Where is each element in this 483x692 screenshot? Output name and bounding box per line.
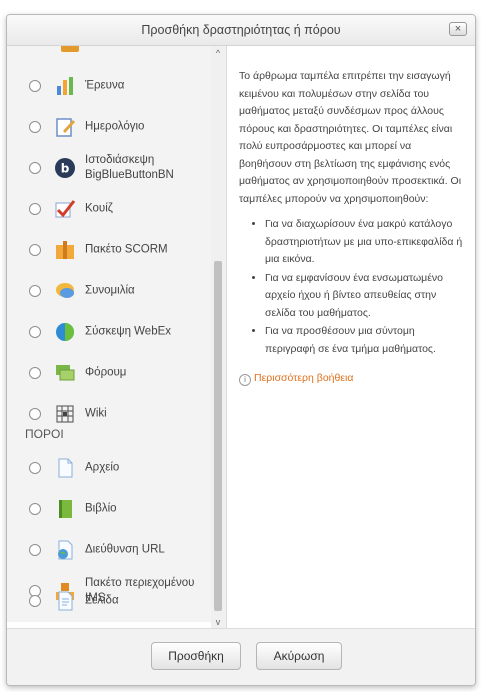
svg-text:b: b — [61, 162, 70, 176]
radio-button[interactable] — [29, 285, 41, 297]
item-label: Συνομιλία — [85, 284, 135, 297]
scroll-up-arrow-icon[interactable]: ^ — [211, 48, 225, 58]
description-bullets: Για να διαχωρίσουν ένα μακρύ κατάλογο δρ… — [239, 216, 463, 358]
item-label: Ημερολόγιο — [85, 120, 145, 133]
webex-icon — [56, 323, 74, 341]
item-label: Ιστοδιάσκεψη BigBlueButtonBN — [85, 154, 174, 181]
item-label: Κουίζ — [85, 202, 113, 215]
item-label: Φόρουμ — [85, 366, 127, 379]
list-item-url[interactable]: Διεύθυνση URL — [7, 530, 211, 570]
close-button[interactable]: × — [449, 22, 467, 36]
chart-icon — [57, 77, 73, 95]
more-help-link[interactable]: Περισσότερη βοήθεια — [254, 370, 353, 388]
item-label: Σύσκεψη WebEx — [85, 325, 172, 338]
page-icon — [58, 591, 73, 611]
radio-button[interactable] — [29, 544, 41, 556]
radio-button[interactable] — [29, 203, 41, 215]
scroll-down-arrow-icon[interactable]: v — [211, 617, 225, 627]
description-bullet: Για να διαχωρίσουν ένα μακρύ κατάλογο δρ… — [265, 216, 463, 269]
bigbluebutton-icon: b — [55, 158, 75, 178]
add-activity-dialog: Προσθήκη δραστηριότητας ή πόρου × Έρευνα… — [6, 14, 476, 686]
help-link-row: i Περισσότερη βοήθεια — [239, 368, 463, 388]
list-item-chat[interactable]: Συνομιλία — [7, 271, 211, 311]
add-button[interactable]: Προσθήκη — [151, 642, 241, 670]
chat-bubble-icon — [56, 283, 74, 298]
file-icon — [58, 458, 73, 478]
list-item-book[interactable]: Βιβλίο — [7, 489, 211, 529]
list-item-page[interactable]: Σελίδα — [7, 581, 211, 621]
description-panel: Το άρθρωμα ταμπέλα επιτρέπει την εισαγωγ… — [226, 46, 475, 629]
item-label: Διεύθυνση URL — [85, 543, 165, 556]
description-bullet: Για να προσθέσουν μια σύντομη περιγραφή … — [265, 323, 463, 358]
list-item-quiz[interactable]: Κουίζ — [7, 189, 211, 229]
partial-item-icon — [61, 46, 79, 52]
list-item-bigbluebutton[interactable]: b Ιστοδιάσκεψη BigBlueButtonBN — [7, 148, 211, 188]
resources-heading: ΠΟΡΟΙ — [25, 427, 64, 441]
radio-button[interactable] — [29, 326, 41, 338]
list-item-journal[interactable]: Ημερολόγιο — [7, 107, 211, 147]
radio-button[interactable] — [29, 162, 41, 174]
book-icon — [59, 500, 72, 518]
dialog-titlebar: Προσθήκη δραστηριότητας ή πόρου × — [7, 15, 475, 46]
forum-icon — [56, 365, 75, 381]
item-label: Αρχείο — [85, 461, 120, 474]
list-scrollbar[interactable]: ^ v — [211, 46, 225, 629]
item-label: Wiki — [85, 407, 107, 420]
quiz-checkmark-icon — [55, 200, 76, 218]
dialog-footer: Προσθήκη Ακύρωση — [7, 628, 475, 685]
list-item-file[interactable]: Αρχείο — [7, 448, 211, 488]
item-label: Σελίδα — [85, 594, 119, 607]
url-globe-icon — [58, 540, 73, 560]
info-icon: i — [239, 374, 251, 386]
item-label: Βιβλίο — [85, 502, 117, 515]
list-item-webex[interactable]: Σύσκεψη WebEx — [7, 312, 211, 352]
radio-button[interactable] — [29, 367, 41, 379]
radio-button[interactable] — [29, 121, 41, 133]
description-intro: Το άρθρωμα ταμπέλα επιτρέπει την εισαγωγ… — [239, 70, 462, 205]
radio-button[interactable] — [29, 244, 41, 256]
dialog-title: Προσθήκη δραστηριότητας ή πόρου — [141, 23, 341, 37]
scorm-package-icon — [56, 241, 74, 259]
item-label: Έρευνα — [85, 79, 125, 92]
module-list[interactable]: Έρευνα Ημερολόγιο b Ιστοδιάσκεψη BigBlue… — [7, 46, 225, 629]
journal-icon — [56, 118, 75, 137]
radio-button[interactable] — [29, 595, 41, 607]
list-item-forum[interactable]: Φόρουμ — [7, 353, 211, 393]
description-bullet: Για να εμφανίσουν ένα ενσωματωμένο αρχεί… — [265, 270, 463, 323]
radio-button[interactable] — [29, 503, 41, 515]
list-item-scorm[interactable]: Πακέτο SCORM — [7, 230, 211, 270]
list-item-survey[interactable]: Έρευνα — [7, 66, 211, 106]
cancel-button[interactable]: Ακύρωση — [256, 642, 342, 670]
close-icon: × — [454, 23, 462, 35]
wiki-icon — [56, 405, 74, 423]
radio-button[interactable] — [29, 462, 41, 474]
scroll-thumb[interactable] — [214, 261, 222, 611]
item-label: Πακέτο SCORM — [85, 243, 168, 256]
radio-button[interactable] — [29, 408, 41, 420]
radio-button[interactable] — [29, 80, 41, 92]
